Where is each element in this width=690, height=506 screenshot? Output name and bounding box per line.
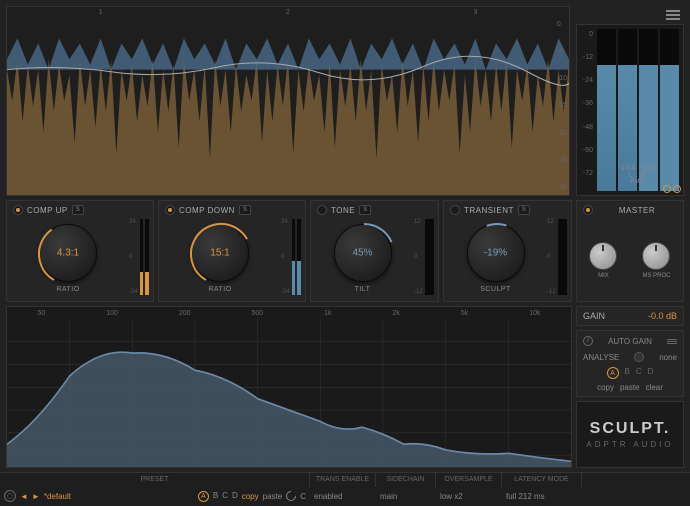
solo-button[interactable]: S [518,205,530,215]
brand-logo: SCULPT. ADPTR AUDIO [576,401,684,468]
settings-icon[interactable] [4,490,16,502]
module-tone: TONE S 45% TILT 120-12 [310,200,439,302]
power-button[interactable] [450,205,460,215]
solo-button[interactable]: S [72,205,84,215]
wave-marker: 1 [99,9,103,16]
ratio-knob[interactable]: 15:1 [191,224,249,282]
solo-button[interactable]: S [239,205,251,215]
trans-enable-value[interactable]: enabled [314,492,342,501]
wave-marker: 2 [286,9,290,16]
master-panel: MASTER MIX MS PROC [576,200,684,302]
peak-right: -13.2 [639,165,655,172]
power-button[interactable] [583,205,593,215]
paste-button[interactable]: paste [620,383,640,392]
undo-icon[interactable] [284,489,298,503]
auto-gain-controls: i AUTO GAIN ANALYSE none A B C D copy [576,330,684,397]
slot-c[interactable]: C [636,367,642,379]
power-button[interactable] [317,205,327,215]
menu-icon[interactable] [666,10,680,20]
info-icon[interactable]: i [583,336,593,346]
latency-value[interactable]: full 212 ms [506,492,545,501]
module-comp-up: COMP UP S 4.3:1 RATIO 240-24 [6,200,154,302]
slot-d[interactable]: D [648,367,654,379]
sculpt-knob[interactable]: -19% [467,224,525,282]
output-meters: 0 -12 -24 -36 -48 -60 -72 -13.4 [576,24,684,196]
slot-a[interactable]: A [198,491,209,502]
copy-button[interactable]: copy [242,492,259,501]
next-preset-button[interactable]: ► [32,492,40,501]
mix-knob[interactable] [589,242,617,270]
slot-b[interactable]: B [213,491,218,502]
preset-name[interactable]: *default [44,492,71,501]
analyse-toggle[interactable] [634,352,644,362]
wave-marker: 3 [473,9,477,16]
clear-button[interactable]: clear [646,383,663,392]
peak-left: -13.4 [619,165,635,172]
sidechain-value[interactable]: main [380,492,397,501]
slot-a[interactable]: A [607,367,619,379]
compare-button[interactable]: C [300,492,306,501]
module-comp-down: COMP DOWN S 15:1 RATIO 240-24 [158,200,306,302]
slot-d[interactable]: D [232,491,238,502]
solo-button[interactable]: S [359,205,371,215]
paste-button[interactable]: paste [263,492,283,501]
tilt-knob[interactable]: 45% [334,224,392,282]
oversample-value[interactable]: low x2 [440,492,463,501]
analyse-button[interactable]: ANALYSE [583,353,619,362]
menu-icon[interactable] [667,339,677,344]
slot-b[interactable]: B [625,367,630,379]
ms-proc-knob[interactable] [642,242,670,270]
copy-button[interactable]: copy [597,383,614,392]
ratio-knob[interactable]: 4.3:1 [39,224,97,282]
module-transient: TRANSIENT S -19% SCULPT 120-12 [443,200,572,302]
loop-icon[interactable] [673,185,681,193]
loop-icon[interactable] [663,185,671,193]
prev-preset-button[interactable]: ◄ [20,492,28,501]
gain-display[interactable]: GAIN -0.0 dB [576,306,684,326]
power-button[interactable] [165,205,175,215]
power-button[interactable] [13,205,23,215]
slot-c[interactable]: C [222,491,228,502]
spectrum-analyzer[interactable]: 50 100 200 500 1k 2k 5k 10k [6,306,572,468]
waveform-display[interactable]: 1 2 3 0 -5 -10 -15 -20 -25 -30 [6,6,570,196]
